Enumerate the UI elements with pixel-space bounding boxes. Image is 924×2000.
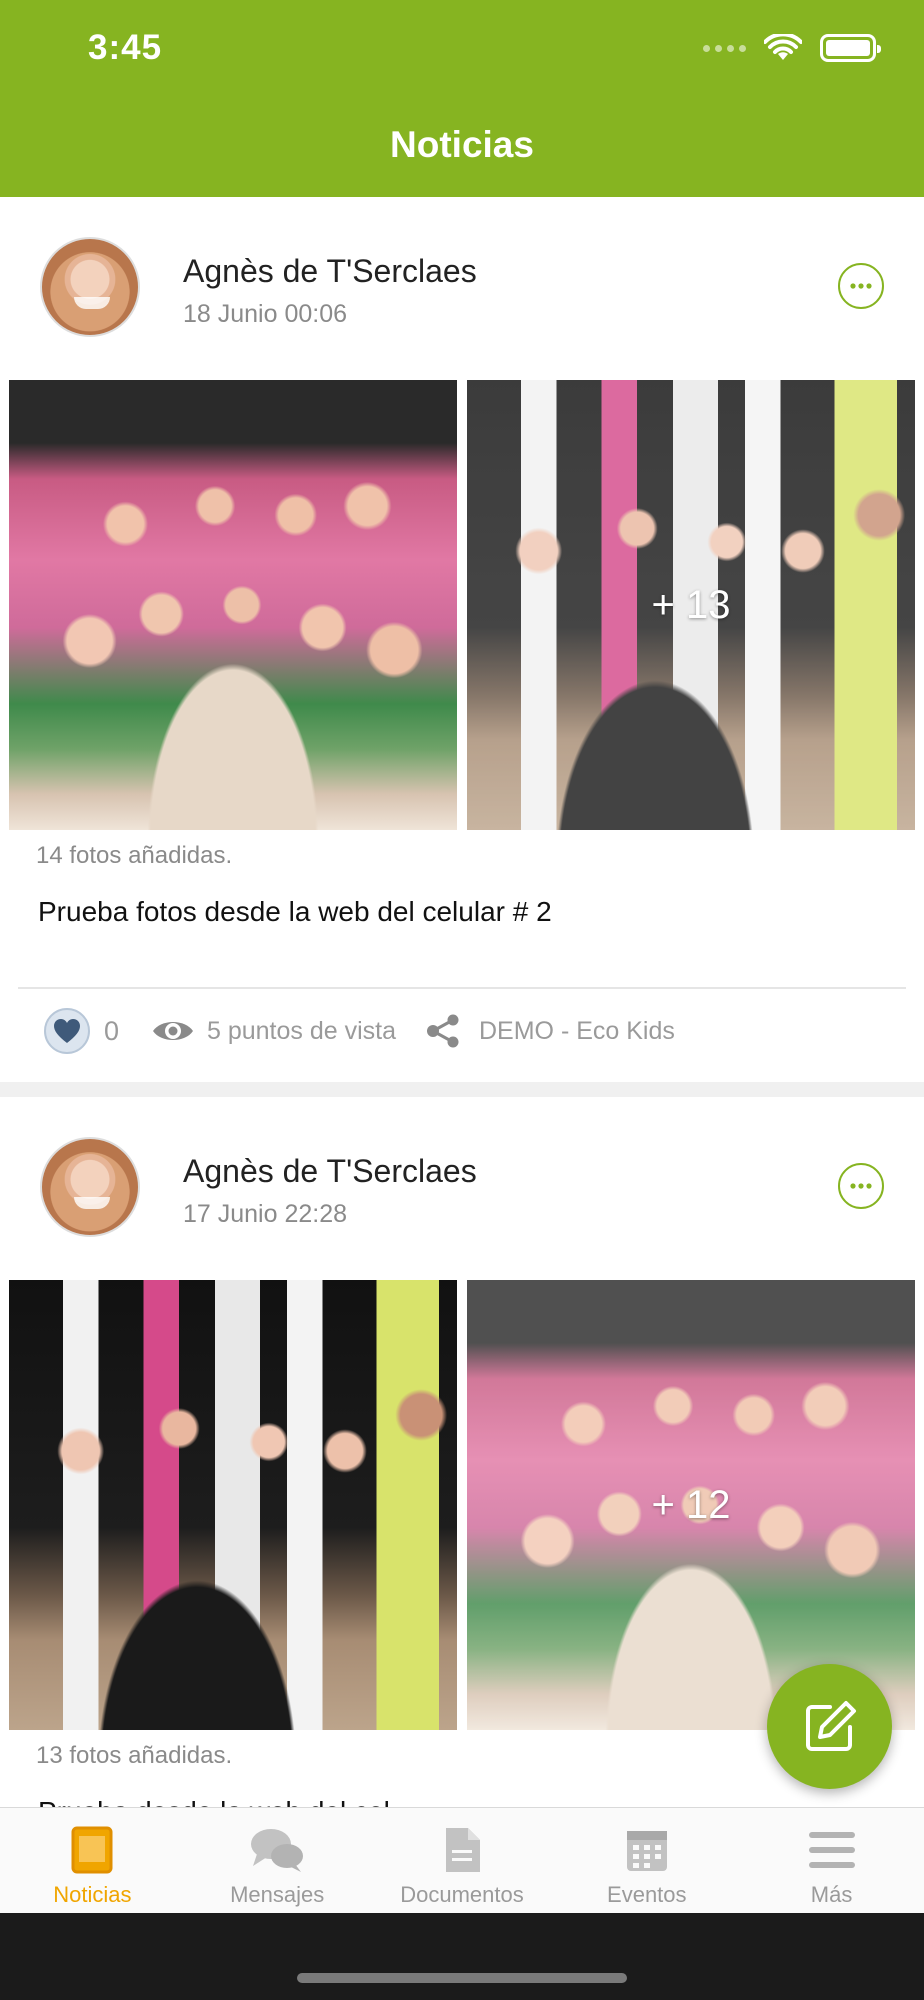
share-icon (427, 1014, 459, 1048)
channel-label[interactable]: DEMO - Eco Kids (479, 1017, 675, 1046)
post-header: Agnès de T'Serclaes 18 Junio 00:06 (0, 197, 924, 380)
post-date: 18 Junio 00:06 (183, 300, 348, 328)
status-icons (703, 34, 881, 62)
battery-icon (820, 34, 881, 62)
edit-icon (805, 1700, 856, 1751)
news-post: Agnès de T'Serclaes 18 Junio 00:06 + 13 … (0, 197, 924, 1082)
status-time: 3:45 (88, 28, 163, 67)
tab-label: Noticias (53, 1882, 132, 1907)
like-count: 0 (104, 1015, 120, 1046)
more-icon (850, 283, 872, 289)
wifi-icon (764, 34, 802, 60)
post-photo[interactable] (9, 1280, 457, 1730)
tab-label: Mensajes (230, 1882, 325, 1907)
post-photo[interactable] (9, 380, 457, 830)
post-text: Prueba desde la web del cel (0, 1796, 924, 1807)
news-icon (71, 1824, 113, 1876)
more-photos-count: + 12 (467, 1280, 915, 1730)
post-date: 17 Junio 22:28 (183, 1200, 348, 1228)
post-author: Agnès de T'Serclaes (183, 1153, 477, 1189)
like-button[interactable] (44, 1008, 90, 1054)
more-photos-count: + 13 (467, 380, 915, 830)
post-actions: 0 5 puntos de vista DEMO - Eco Kids (0, 989, 924, 1073)
tab-eventos[interactable]: Eventos (554, 1808, 739, 1913)
menu-icon (808, 1824, 855, 1876)
post-photo-more[interactable]: + 13 (467, 380, 915, 830)
app-header: 3:45 Noticias (0, 0, 924, 197)
post-photos: + 13 (0, 380, 924, 830)
heart-icon (54, 1019, 80, 1043)
tab-label: Más (810, 1882, 853, 1907)
news-feed[interactable]: Agnès de T'Serclaes 18 Junio 00:06 + 13 … (0, 197, 924, 1807)
calendar-icon (625, 1824, 669, 1876)
more-options-button[interactable] (838, 263, 884, 309)
tab-mas[interactable]: Más (739, 1808, 924, 1913)
tab-documentos[interactable]: Documentos (370, 1808, 555, 1913)
more-icon (850, 1183, 872, 1189)
signal-icon (703, 44, 746, 52)
views-label: 5 puntos de vista (207, 1016, 397, 1045)
tab-mensajes[interactable]: Mensajes (185, 1808, 370, 1913)
tab-noticias[interactable]: Noticias (0, 1808, 185, 1913)
eye-icon (153, 1022, 193, 1040)
post-text: Prueba fotos desde la web del celular # … (38, 896, 552, 927)
avatar[interactable] (40, 1137, 140, 1237)
post-photo-more[interactable]: + 12 (467, 1280, 915, 1730)
post-header: Agnès de T'Serclaes 17 Junio 22:28 (0, 1097, 924, 1280)
tab-label: Eventos (607, 1882, 687, 1907)
home-indicator[interactable] (297, 1973, 627, 1983)
avatar[interactable] (40, 237, 140, 337)
post-photos: + 12 (0, 1280, 924, 1730)
post-separator (0, 1082, 924, 1097)
chat-icon (249, 1824, 305, 1876)
tab-bar: Noticias Mensajes Documentos Eventos Más (0, 1807, 924, 1913)
more-options-button[interactable] (838, 1163, 884, 1209)
post-author: Agnès de T'Serclaes (183, 253, 477, 289)
home-indicator-area (0, 1913, 924, 2000)
page-title: Noticias (390, 124, 534, 165)
document-icon (442, 1824, 482, 1876)
photos-added-label: 14 fotos añadidas. (36, 842, 233, 869)
compose-button[interactable] (767, 1664, 892, 1789)
tab-label: Documentos (400, 1882, 524, 1907)
